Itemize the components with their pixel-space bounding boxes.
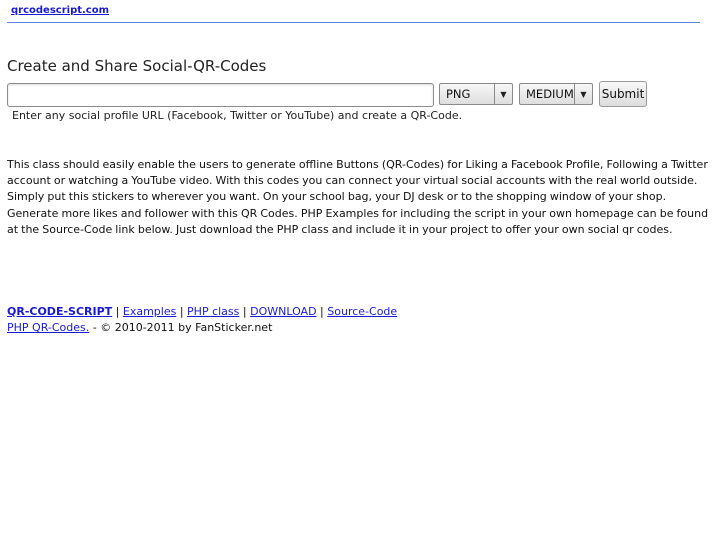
footer-link-php-class[interactable]: PHP class — [187, 305, 239, 318]
copyright-text: - © 2010-2011 by FanSticker.net — [92, 321, 273, 334]
description-text: This class should easily enable the user… — [7, 158, 709, 236]
footer-links: QR-CODE-SCRIPT | Examples | PHP class | … — [7, 305, 397, 318]
triangle-down-icon: ▼ — [574, 84, 592, 104]
footer-copyright: PHP QR-Codes. - © 2010-2011 by FanSticke… — [7, 321, 272, 334]
footer-separator: | — [320, 305, 324, 318]
header-divider — [7, 22, 700, 23]
profile-url-input[interactable] — [7, 83, 434, 107]
triangle-down-icon: ▼ — [494, 84, 512, 104]
submit-button[interactable]: Submit — [599, 81, 647, 107]
format-select-value: PNG — [446, 87, 471, 101]
footer-link-qr-code-script[interactable]: QR-CODE-SCRIPT — [7, 305, 112, 318]
footer-separator: | — [242, 305, 247, 318]
page-title: Create and Share Social-QR-Codes — [7, 57, 267, 75]
size-select[interactable]: MEDIUM ▼ — [519, 83, 593, 105]
footer-link-examples[interactable]: Examples — [123, 305, 176, 318]
footer-separator: | — [179, 305, 184, 318]
size-select-value: MEDIUM — [526, 87, 574, 101]
footer-link-source-code[interactable]: Source-Code — [327, 305, 397, 318]
footer-link-download[interactable]: DOWNLOAD — [250, 305, 316, 318]
page: qrcodescript.com Create and Share Social… — [0, 0, 727, 545]
site-home-link[interactable]: qrcodescript.com — [11, 5, 109, 16]
footer-link-php-qr-codes[interactable]: PHP QR-Codes. — [7, 321, 89, 334]
footer-separator: | — [115, 305, 120, 318]
format-select[interactable]: PNG ▼ — [439, 83, 513, 105]
input-hint: Enter any social profile URL (Facebook, … — [12, 109, 463, 122]
